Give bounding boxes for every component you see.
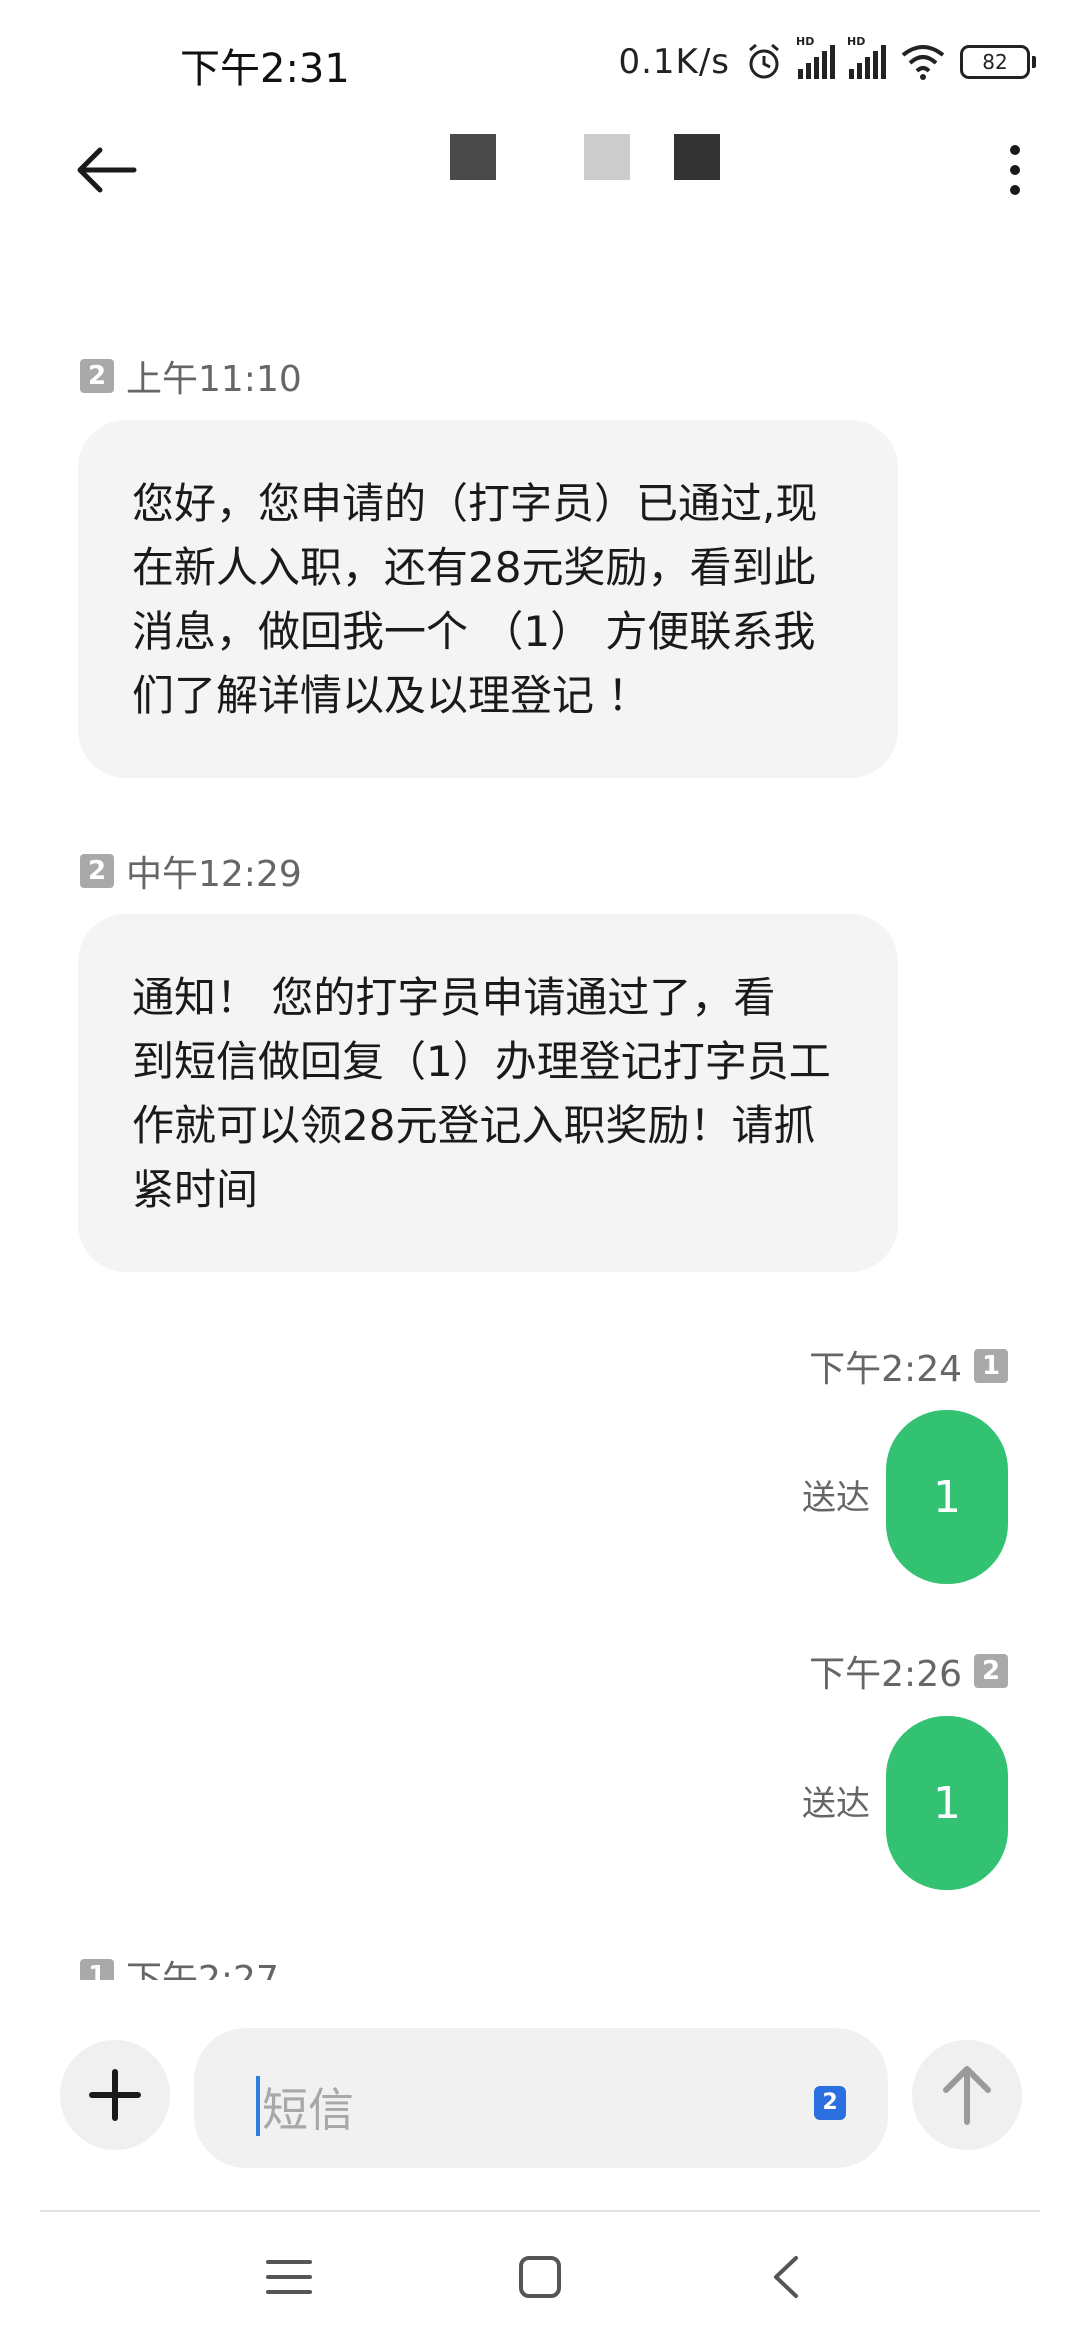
outgoing-message-bubble[interactable]: 1 (886, 1410, 1008, 1584)
signal-strength-1-icon: HD (796, 35, 835, 79)
text-caret (256, 2076, 260, 2136)
messaging-screen: 下午2:31 0.1K/s HD HD 82 2 上午11:10 您好，您申请的… (0, 0, 1080, 2340)
sim-1-icon: 1 (974, 1349, 1008, 1383)
sim-selector-icon[interactable]: 2 (814, 2086, 846, 2120)
signal-strength-2-icon: HD (847, 35, 886, 79)
network-speed: 0.1K/s (618, 42, 730, 82)
title-block (450, 134, 496, 180)
more-options-icon[interactable] (990, 140, 1040, 200)
delivery-status: 送达 (802, 1784, 870, 1824)
wifi-icon (901, 45, 945, 80)
message-line: 紧时间 (132, 1165, 259, 1214)
send-arrow-icon[interactable] (912, 2040, 1022, 2150)
incoming-message-bubble[interactable]: 您好，您申请的（打字员）已通过,现 在新人入职，还有28元奖励，看到此 消息，做… (78, 420, 898, 778)
message-list[interactable]: 2 上午11:10 您好，您申请的（打字员）已通过,现 在新人入职，还有28元奖… (0, 220, 1080, 1980)
sim-2-icon: 2 (80, 359, 114, 393)
message-timestamp: 2 中午12:29 (80, 845, 302, 897)
system-navigation-bar (0, 2212, 1080, 2340)
contact-title[interactable] (450, 134, 730, 184)
timestamp-text: 下午2:27 (126, 1959, 279, 1980)
sim-2-icon: 2 (80, 854, 114, 888)
message-timestamp: 1 下午2:27 (80, 1950, 279, 1980)
timestamp-text: 中午12:29 (126, 854, 302, 895)
message-line: 消息，做回我一个 （1） 方便联系我 (132, 607, 816, 656)
message-composer: 短信 2 (0, 1980, 1080, 2220)
message-timestamp: 2 上午11:10 (80, 350, 302, 402)
home-icon[interactable] (505, 2242, 575, 2312)
timestamp-text: 下午2:26 (809, 1654, 962, 1695)
sim-1-icon: 1 (80, 1959, 114, 1980)
status-bar: 下午2:31 0.1K/s HD HD 82 (0, 0, 1080, 120)
battery-icon: 82 (960, 45, 1036, 79)
timestamp-text: 上午11:10 (126, 359, 302, 400)
incoming-message-bubble[interactable]: 通知！ 您的打字员申请通过了，看 到短信做回复（1）办理登记打字员工 作就可以领… (78, 914, 898, 1272)
input-placeholder: 短信 (262, 2083, 354, 2137)
message-timestamp: 下午2:26 2 (809, 1645, 1008, 1697)
back-arrow-icon[interactable] (70, 138, 140, 202)
back-chevron-icon[interactable] (752, 2242, 822, 2312)
message-line: 到短信做回复（1）办理登记打字员工 (132, 1037, 831, 1086)
conversation-header (0, 120, 1080, 220)
status-time: 下午2:31 (180, 46, 350, 92)
outgoing-message-bubble[interactable]: 1 (886, 1716, 1008, 1890)
status-icons: 0.1K/s HD HD 82 (618, 35, 1036, 84)
message-timestamp: 下午2:24 1 (809, 1340, 1008, 1392)
sms-input[interactable]: 短信 2 (194, 2028, 888, 2168)
add-attachment-icon[interactable] (60, 2040, 170, 2150)
message-line: 通知！ 您的打字员申请通过了，看 (132, 973, 776, 1022)
delivery-status: 送达 (802, 1478, 870, 1518)
sim-2-icon: 2 (974, 1654, 1008, 1688)
alarm-icon (749, 43, 779, 79)
timestamp-text: 下午2:24 (809, 1349, 962, 1390)
message-line: 们了解详情以及以理登记 ！ (132, 671, 650, 720)
hd-label: HD (847, 35, 866, 48)
message-line: 您好，您申请的（打字员）已通过,现 (132, 479, 818, 528)
message-line: 作就可以领28元登记入职奖励！请抓 (132, 1101, 816, 1150)
message-line: 在新人入职，还有28元奖励，看到此 (132, 543, 816, 592)
hd-label: HD (796, 35, 815, 48)
title-block (584, 134, 630, 180)
menu-icon[interactable] (254, 2242, 324, 2312)
title-block (674, 134, 720, 180)
